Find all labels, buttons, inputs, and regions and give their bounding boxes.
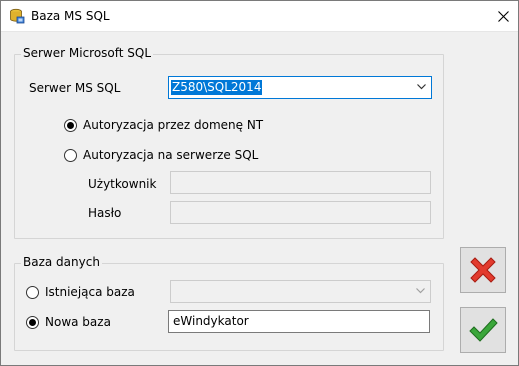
existing-db-radio[interactable] [26,286,39,299]
password-field[interactable] [170,201,431,224]
chevron-down-icon[interactable] [417,84,426,90]
server-combobox-value: Z580\SQL2014 [171,80,263,95]
ok-button[interactable] [460,307,506,353]
window-title: Baza MS SQL [31,9,110,23]
title-bar: Baza MS SQL [1,1,518,32]
server-group-legend: Serwer Microsoft SQL [21,46,154,60]
database-app-icon [10,8,25,24]
database-group-legend: Baza danych [21,255,102,269]
new-db-radio[interactable] [26,316,39,329]
dialog-window: Baza MS SQL Serwer Microsoft SQL Serwer … [0,0,519,366]
user-label: Użytkownik [88,177,157,191]
existing-db-combobox[interactable] [170,280,431,303]
auth-nt-radio[interactable] [64,119,77,132]
close-button[interactable] [488,1,518,31]
existing-db-label[interactable]: Istniejąca baza [45,285,135,299]
chevron-down-icon[interactable] [416,288,425,294]
auth-nt-label[interactable]: Autoryzacja przez domenę NT [83,118,263,132]
new-db-name-field[interactable]: eWindykator [168,310,430,333]
password-label: Hasło [88,206,122,220]
auth-sql-label[interactable]: Autoryzacja na serwerze SQL [83,148,258,162]
user-field[interactable] [170,171,431,194]
new-db-label[interactable]: Nowa baza [45,315,111,329]
database-groupbox: Baza danych [14,255,444,351]
cancel-button[interactable] [460,247,506,293]
red-x-icon [470,257,496,283]
close-icon [497,10,509,22]
server-combobox[interactable]: Z580\SQL2014 [168,76,432,99]
auth-sql-radio[interactable] [64,149,77,162]
server-label: Serwer MS SQL [29,81,121,95]
green-check-icon [469,318,498,342]
